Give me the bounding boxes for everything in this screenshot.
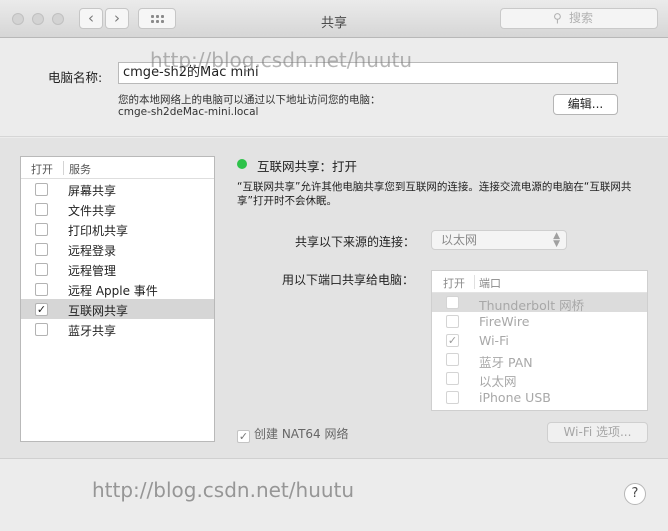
port-checkbox[interactable]: ✓ [446,334,459,347]
title-bar: ‹ › 共享 ⚲ 搜索 [0,0,668,38]
updown-arrows-icon: ▲ ▼ [553,231,560,249]
watermark-text-bottom: http://blog.csdn.net/huutu [92,478,355,502]
ports-column-port-header: 端口 [479,277,501,290]
service-row[interactable]: 打印机共享 [21,219,214,239]
port-checkbox[interactable] [446,296,459,309]
service-label: 远程登录 [68,244,117,258]
column-divider [474,275,475,289]
port-checkbox[interactable] [446,391,459,404]
service-row[interactable]: 文件共享 [21,199,214,219]
port-checkbox[interactable] [446,353,459,366]
port-label: FireWire [479,314,530,329]
service-row[interactable]: 远程 Apple 事件 [21,279,214,299]
help-button[interactable]: ? [624,483,646,505]
service-row[interactable]: 远程管理 [21,259,214,279]
service-label: 打印机共享 [68,224,129,238]
port-row[interactable]: iPhone USB [432,388,647,407]
port-label: Wi-Fi [479,333,509,348]
ports-header: 打开 端口 [432,271,647,293]
services-header: 打开 服务 [21,157,214,179]
column-service-header: 服务 [69,163,91,176]
service-row[interactable]: 屏幕共享 [21,179,214,199]
service-checkbox[interactable]: ✓ [35,303,48,316]
internet-sharing-status: 互联网共享：打开 [257,159,358,174]
ports-list: 打开 端口 Thunderbolt 网桥 FireWire ✓ Wi-Fi 蓝牙 PAN… [431,270,648,411]
ports-column-on-header: 打开 [443,277,465,290]
port-row[interactable]: ✓ Wi-Fi [432,331,647,350]
search-input[interactable]: ⚲ 搜索 [500,8,658,29]
nat64-option[interactable]: ✓ 创建 NAT64 网络 [237,425,348,443]
service-label: 互联网共享 [68,304,129,318]
wifi-options-button[interactable]: Wi-Fi 选项... [547,422,648,443]
edit-button[interactable]: 编辑... [553,94,618,115]
port-row[interactable]: FireWire [432,312,647,331]
search-placeholder: 搜索 [569,11,594,25]
column-on-header: 打开 [31,163,53,176]
share-from-value: 以太网 [441,233,478,247]
nat64-label: 创建 NAT64 网络 [254,427,349,441]
port-label: iPhone USB [479,390,551,405]
port-checkbox[interactable] [446,372,459,385]
share-to-label: 用以下端口共享给电脑： [282,273,415,287]
share-from-select[interactable]: 以太网 ▲ ▼ [431,230,567,250]
service-checkbox[interactable] [35,283,48,296]
service-label: 远程 Apple 事件 [68,284,158,298]
computer-name-label: 电脑名称: [48,70,103,85]
local-address-hint: 您的本地网络上的电脑可以通过以下地址访问您的电脑： [118,94,381,106]
services-list: 打开 服务 屏幕共享文件共享打印机共享远程登录远程管理远程 Apple 事件 ✓ 互… [20,156,215,442]
service-row[interactable]: 蓝牙共享 [21,319,214,339]
service-checkbox[interactable] [35,203,48,216]
port-row[interactable]: 以太网 [432,369,647,389]
service-checkbox[interactable] [35,263,48,276]
service-label: 远程管理 [68,264,117,278]
service-row[interactable]: 远程登录 [21,239,214,259]
port-row[interactable]: 蓝牙 PAN [432,350,647,370]
service-label: 屏幕共享 [68,184,117,198]
service-checkbox[interactable] [35,223,48,236]
status-indicator-icon [237,159,247,169]
share-from-label: 共享以下来源的连接： [295,235,416,249]
internet-sharing-description: “互联网共享”允许其他电脑共享您到互联网的连接。连接交流电源的电脑在“互联网共享… [237,181,632,207]
nat64-checkbox[interactable]: ✓ [237,430,250,443]
service-checkbox[interactable] [35,243,48,256]
search-icon: ⚲ [553,11,562,25]
local-hostname: cmge-sh2deMac-mini.local [118,106,259,118]
service-label: 文件共享 [68,204,117,218]
port-checkbox[interactable] [446,315,459,328]
watermark-text: http://blog.csdn.net/huutu [150,48,413,72]
service-label: 蓝牙共享 [68,324,117,338]
column-divider [63,161,64,175]
port-row[interactable]: Thunderbolt 网桥 [432,293,647,313]
service-checkbox[interactable] [35,323,48,336]
service-checkbox[interactable] [35,183,48,196]
service-row[interactable]: ✓ 互联网共享 [21,299,214,319]
